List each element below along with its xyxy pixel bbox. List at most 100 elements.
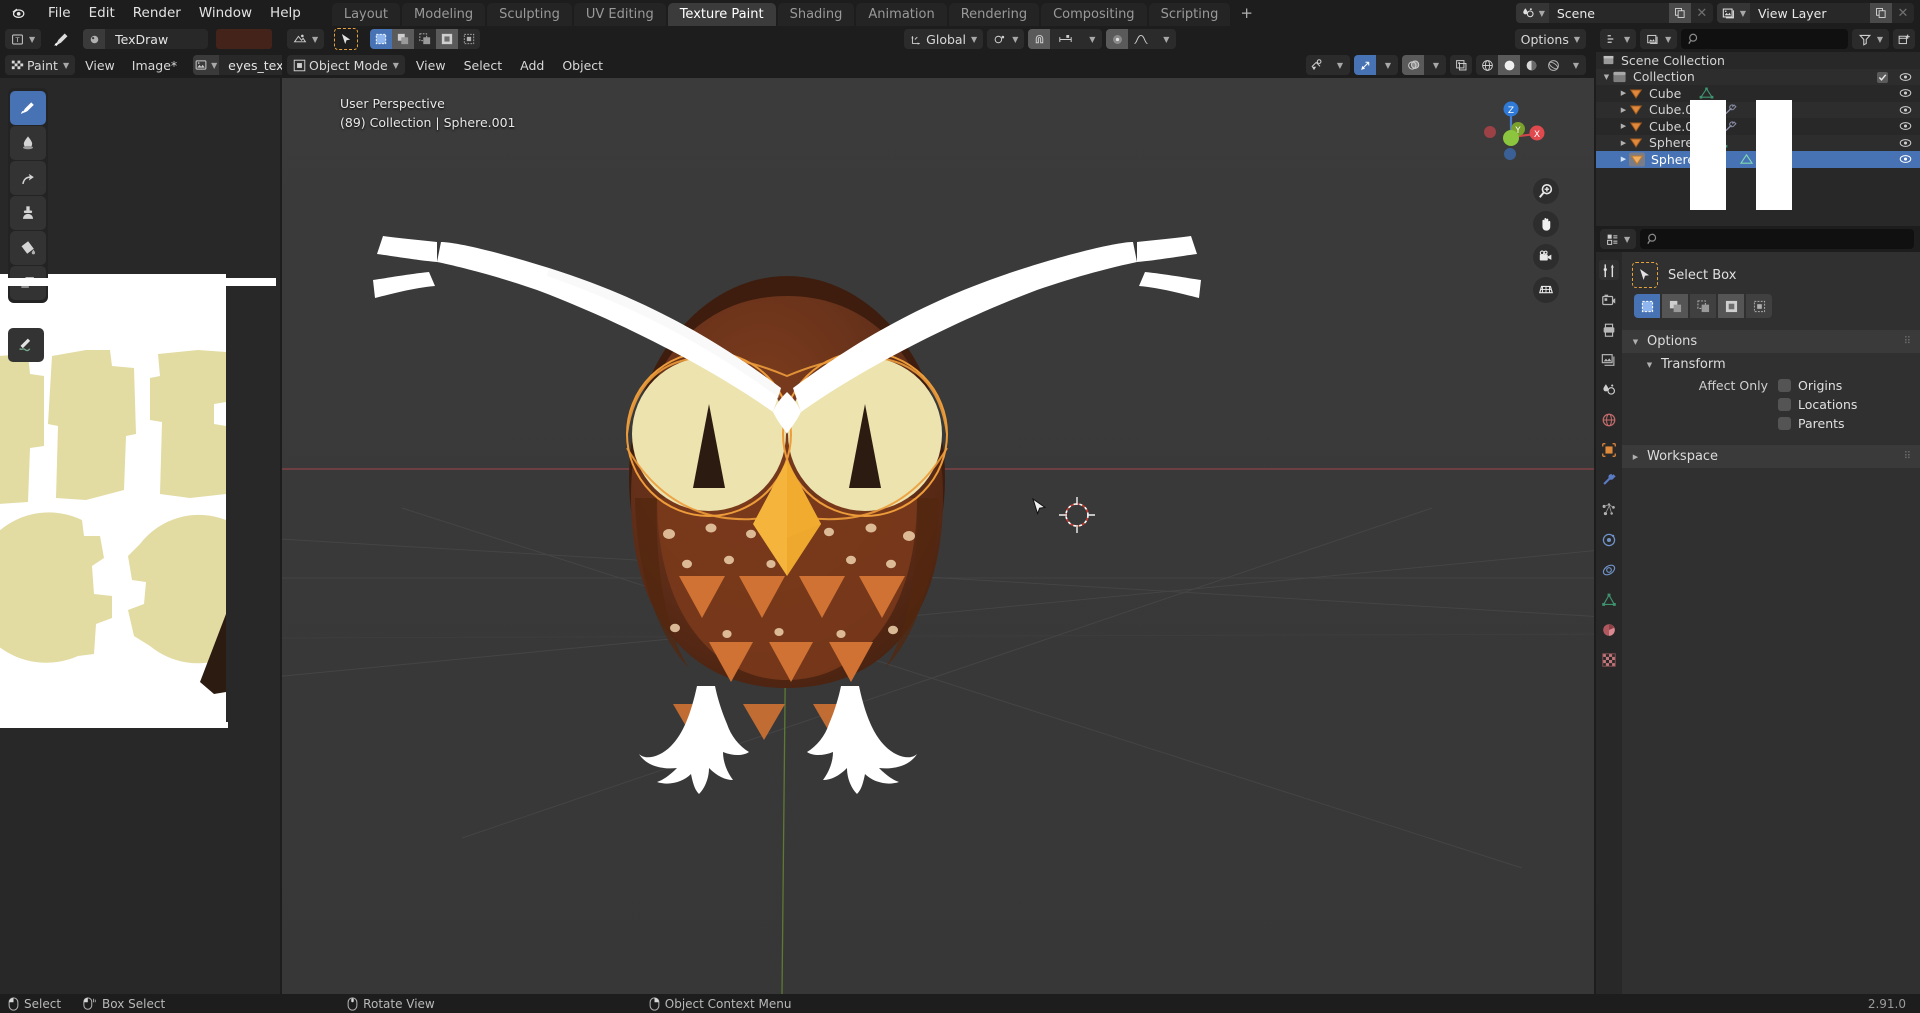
select-intersect-button[interactable] xyxy=(1746,294,1772,318)
workspace-tab-rendering[interactable]: Rendering xyxy=(949,3,1039,26)
image-editor-menu-image[interactable]: Image* xyxy=(125,56,184,75)
viewport-menu-object[interactable]: Object xyxy=(555,56,610,75)
workspace-tab-compositing[interactable]: Compositing xyxy=(1041,3,1147,26)
disclosure-triangle-icon[interactable]: ▶ xyxy=(1618,106,1629,114)
select-invert-button[interactable] xyxy=(1718,294,1744,318)
viewport-menu-add[interactable]: Add xyxy=(513,56,551,75)
select-intersect-button[interactable] xyxy=(458,29,480,49)
properties-search-input[interactable] xyxy=(1640,229,1914,249)
locations-checkbox[interactable] xyxy=(1778,398,1791,411)
select-set-button[interactable] xyxy=(370,29,392,49)
disclosure-triangle-icon[interactable]: ▼ xyxy=(1630,338,1641,346)
properties-tab-particles[interactable] xyxy=(1599,500,1619,520)
properties-tab-world[interactable] xyxy=(1599,410,1619,430)
select-subtract-button[interactable] xyxy=(414,29,436,49)
orthographic-toggle-icon[interactable] xyxy=(1533,277,1559,303)
pivot-point-selector[interactable]: ▼ xyxy=(987,29,1024,49)
new-view-layer-button[interactable] xyxy=(1870,3,1892,23)
smooth-falloff-icon[interactable] xyxy=(1128,29,1154,49)
material-preview-shading-button[interactable] xyxy=(1520,55,1542,75)
disclosure-triangle-icon[interactable]: ▼ xyxy=(1644,361,1655,369)
proportional-editing-icon[interactable] xyxy=(1106,29,1128,49)
unlink-scene-button[interactable]: ✕ xyxy=(1691,3,1713,23)
outliner-display-mode-selector[interactable]: ▼ xyxy=(1640,29,1677,49)
outliner-search-input[interactable] xyxy=(1681,29,1848,49)
disclosure-triangle-icon[interactable]: ▶ xyxy=(1618,155,1629,163)
disclosure-triangle-icon[interactable]: ▼ xyxy=(1601,73,1612,81)
menu-window[interactable]: Window xyxy=(190,2,261,24)
viewport-editor-type-selector[interactable]: ▼ xyxy=(287,29,324,49)
workspace-tab-animation[interactable]: Animation xyxy=(856,3,946,26)
overlay-chevron-down-icon[interactable]: ▼ xyxy=(1424,55,1446,75)
active-tool-indicator[interactable] xyxy=(334,28,358,50)
visibility-chevron-down-icon[interactable]: ▼ xyxy=(1328,55,1350,75)
object-visibility-eye-icon[interactable] xyxy=(1899,120,1912,132)
select-invert-button[interactable] xyxy=(436,29,458,49)
properties-tab-tool[interactable] xyxy=(1599,260,1619,280)
object-visibility-icon[interactable] xyxy=(1306,55,1328,75)
image-editor-menu-view[interactable]: View xyxy=(78,56,122,75)
properties-tab-output[interactable] xyxy=(1599,320,1619,340)
falloff-chevron-down-icon[interactable]: ▼ xyxy=(1154,29,1176,49)
clone-tool[interactable] xyxy=(10,196,46,230)
select-set-button[interactable] xyxy=(1634,294,1660,318)
snap-increment-icon[interactable] xyxy=(1050,29,1080,49)
blender-logo-icon[interactable] xyxy=(10,5,27,22)
properties-tab-object[interactable] xyxy=(1599,440,1619,460)
pan-hand-icon[interactable] xyxy=(1533,211,1559,237)
properties-tab-view-layer[interactable] xyxy=(1599,350,1619,370)
xray-toggle-icon[interactable] xyxy=(1450,55,1472,75)
select-extend-button[interactable] xyxy=(1662,294,1688,318)
paint-mode-selector[interactable]: Paint ▼ xyxy=(5,55,75,75)
menu-edit[interactable]: Edit xyxy=(80,2,124,24)
menu-render[interactable]: Render xyxy=(124,2,190,24)
disclosure-triangle-icon[interactable]: ▶ xyxy=(1618,89,1629,97)
viewport-3d-canvas[interactable]: User Perspective (89) Collection | Spher… xyxy=(282,78,1594,994)
object-visibility-eye-icon[interactable] xyxy=(1899,87,1912,99)
parents-checkbox[interactable] xyxy=(1778,417,1791,430)
select-extend-button[interactable] xyxy=(392,29,414,49)
outliner-filter-button[interactable]: ▼ xyxy=(1852,29,1889,49)
object-visibility-eye-icon[interactable] xyxy=(1899,153,1912,165)
menu-file[interactable]: File xyxy=(39,2,80,24)
workspace-tab-sculpting[interactable]: Sculpting xyxy=(487,3,572,26)
show-overlays-icon[interactable] xyxy=(1402,55,1424,75)
fill-tool[interactable] xyxy=(10,231,46,265)
new-scene-button[interactable] xyxy=(1669,3,1691,23)
show-gizmo-icon[interactable] xyxy=(1354,55,1376,75)
properties-tab-modifier[interactable] xyxy=(1599,470,1619,490)
solid-shading-button[interactable] xyxy=(1498,55,1520,75)
properties-tab-material[interactable] xyxy=(1599,620,1619,640)
properties-tab-scene[interactable] xyxy=(1599,380,1619,400)
outliner-row-scene-collection[interactable]: Scene Collection xyxy=(1596,52,1920,69)
scene-selector[interactable]: ▼ Scene ✕ xyxy=(1516,3,1713,23)
collection-visibility-eye-icon[interactable] xyxy=(1899,71,1912,83)
soften-tool[interactable] xyxy=(10,126,46,160)
properties-editor-type-selector[interactable]: ▼ xyxy=(1600,229,1636,249)
transform-subsection-header[interactable]: ▼ Transform xyxy=(1622,353,1920,376)
view-layer-selector[interactable]: ▼ View Layer ✕ xyxy=(1717,3,1914,23)
options-section-header[interactable]: ▼ Options ⠿ xyxy=(1622,330,1920,353)
properties-tab-data[interactable] xyxy=(1599,590,1619,610)
outliner-row-collection[interactable]: ▼ Collection xyxy=(1596,69,1920,86)
object-visibility-eye-icon[interactable] xyxy=(1899,104,1912,116)
disclosure-triangle-icon[interactable]: ▶ xyxy=(1630,453,1641,461)
smear-tool[interactable] xyxy=(10,161,46,195)
workspace-tab-shading[interactable]: Shading xyxy=(778,3,855,26)
workspace-tab-texture-paint[interactable]: Texture Paint xyxy=(668,3,776,26)
annotate-tool[interactable] xyxy=(8,328,44,362)
viewport-menu-view[interactable]: View xyxy=(409,56,453,75)
properties-tab-texture[interactable] xyxy=(1599,650,1619,670)
navigation-axis-gizmo[interactable]: Z X Y xyxy=(1474,96,1548,170)
disclosure-triangle-icon[interactable]: ▶ xyxy=(1618,122,1629,130)
properties-tab-physics[interactable] xyxy=(1599,530,1619,550)
origins-checkbox[interactable] xyxy=(1778,379,1791,392)
workspace-tab-modeling[interactable]: Modeling xyxy=(402,3,485,26)
drag-handle-dots[interactable]: ⠿ xyxy=(1904,451,1912,462)
disclosure-triangle-icon[interactable]: ▶ xyxy=(1618,139,1629,147)
brush-color-swatch[interactable] xyxy=(216,29,272,49)
workspace-tab-scripting[interactable]: Scripting xyxy=(1149,3,1231,26)
camera-view-icon[interactable] xyxy=(1533,244,1559,270)
zoom-icon[interactable] xyxy=(1533,178,1559,204)
wireframe-shading-button[interactable] xyxy=(1476,55,1498,75)
